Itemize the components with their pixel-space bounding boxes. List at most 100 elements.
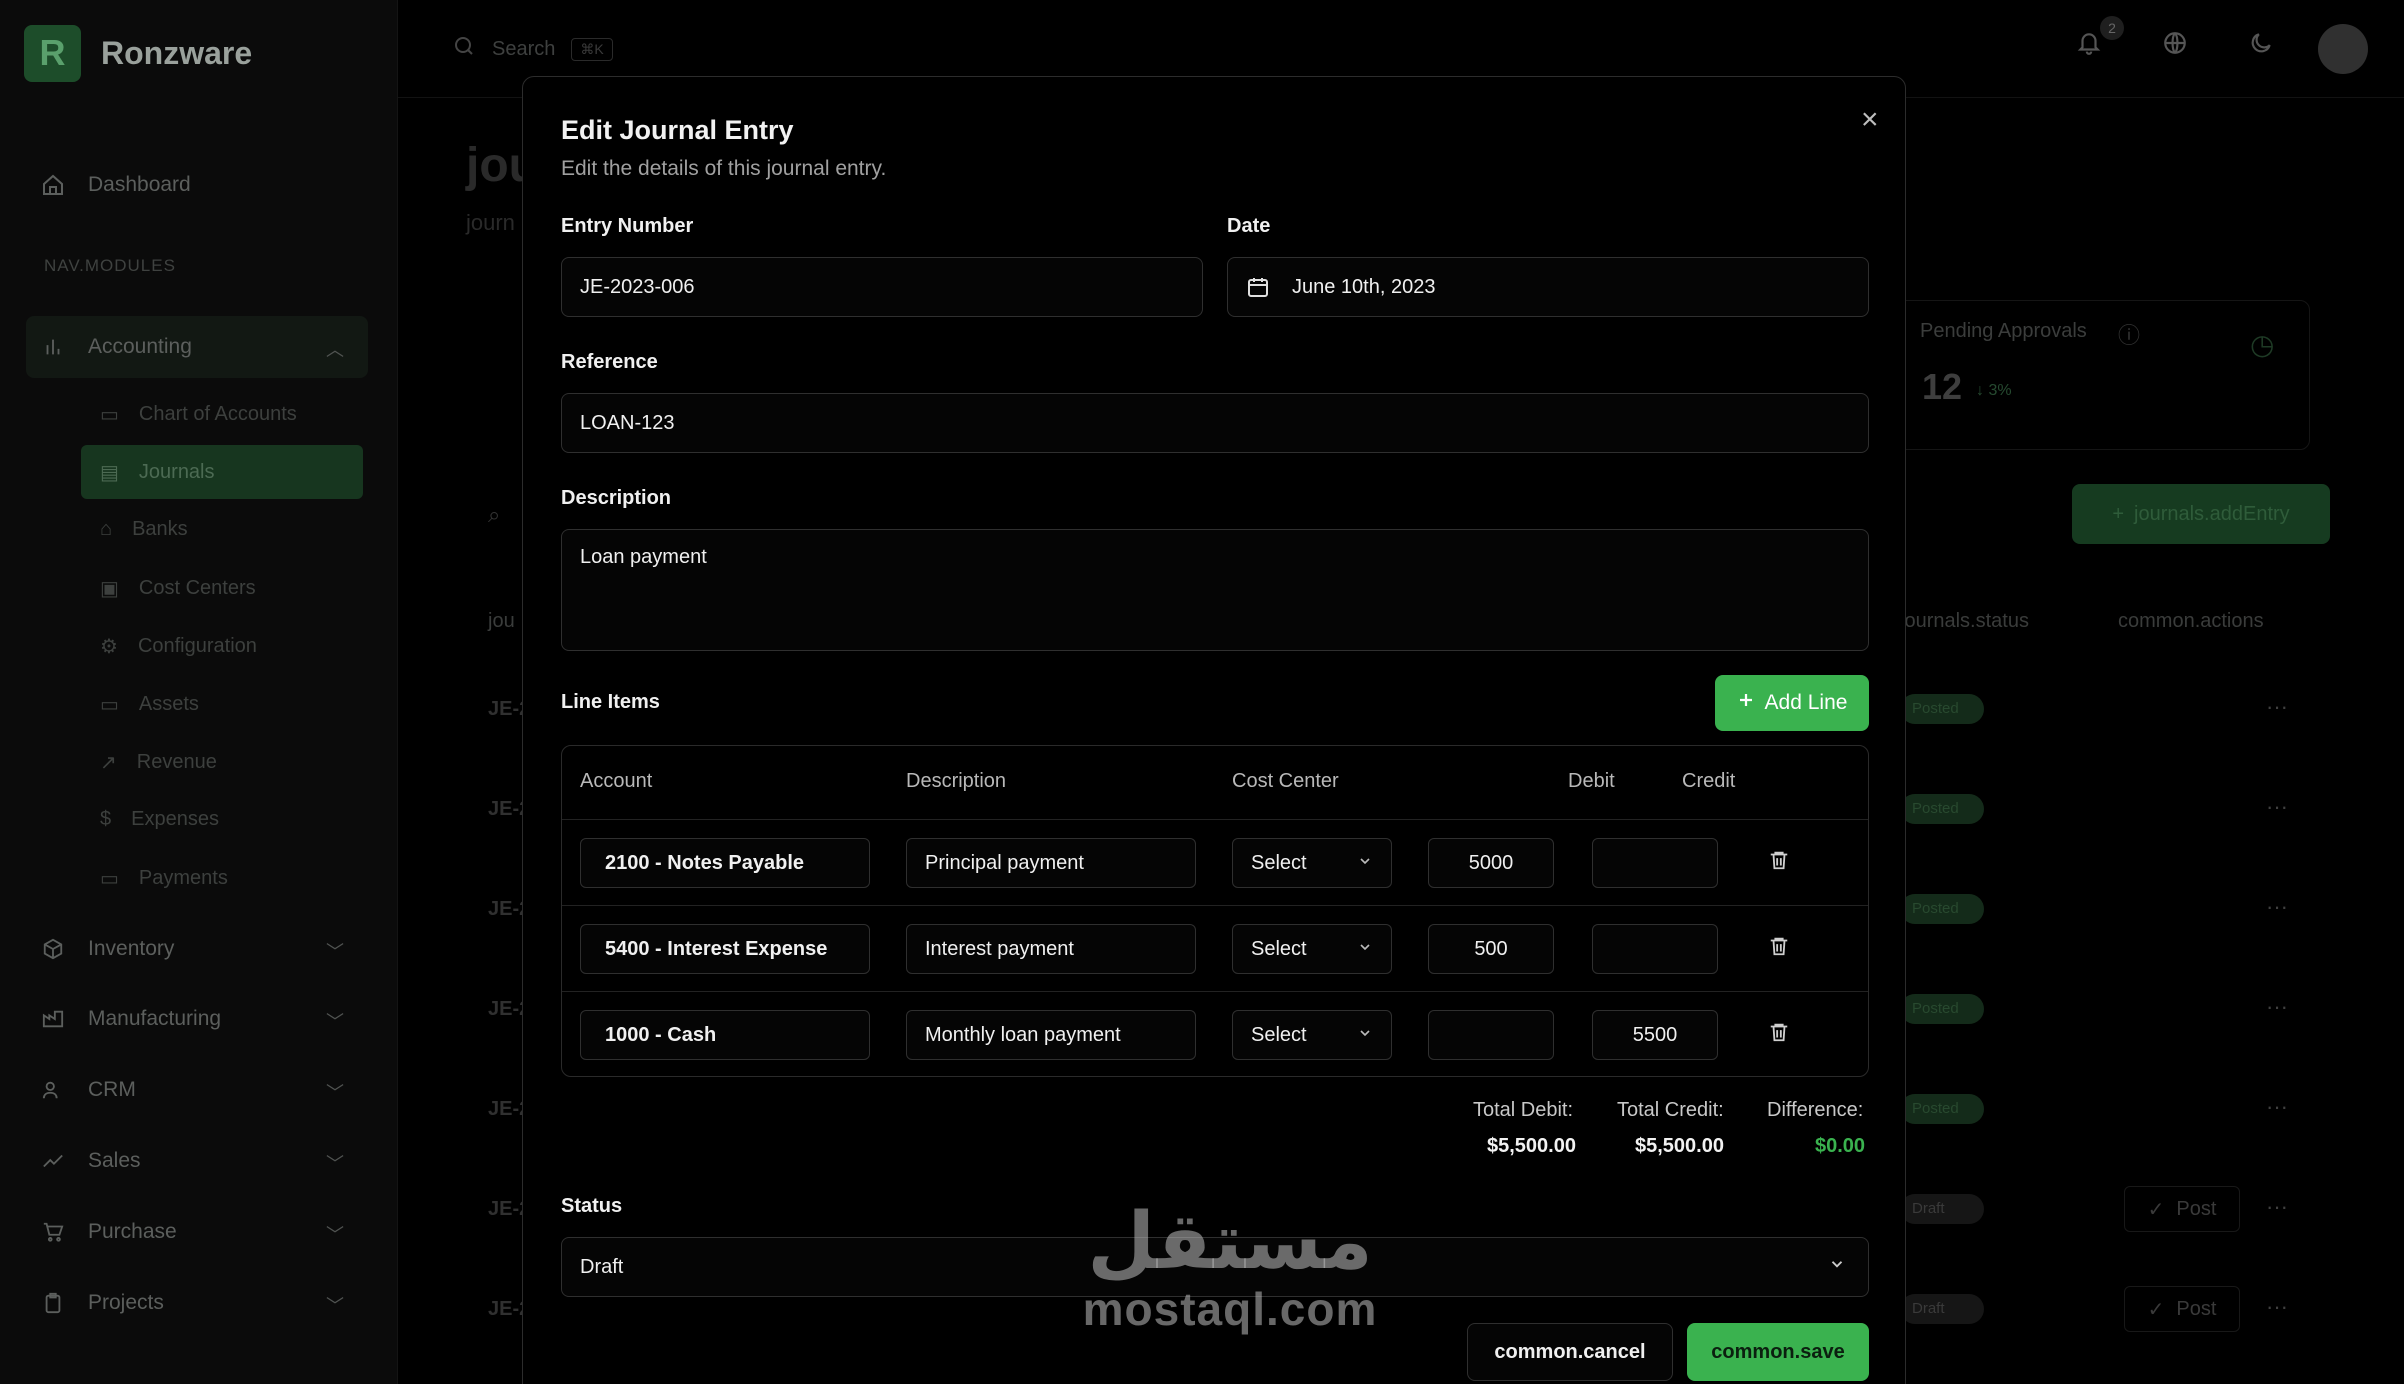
sidebar-item-revenue[interactable]: ↗ Revenue — [100, 750, 217, 775]
add-entry-button[interactable]: + journals.addEntry — [2072, 484, 2330, 544]
date-picker[interactable]: June 10th, 2023 — [1227, 257, 1869, 317]
sidebar-item-chart-of-accounts[interactable]: ▭ Chart of Accounts — [100, 402, 297, 427]
sidebar-item-label: Chart of Accounts — [138, 403, 297, 425]
trash-icon[interactable] — [1768, 1020, 1790, 1049]
sidebar-item-banks[interactable]: ⌂ Banks — [100, 518, 188, 541]
account-select[interactable]: 2100 - Notes Payable — [580, 838, 870, 888]
entry-number-value: JE-2023-006 — [580, 275, 695, 298]
cost-center-select[interactable]: Select — [1232, 1010, 1392, 1060]
search-placeholder: Search — [492, 37, 556, 60]
sidebar-item-expenses[interactable]: $ Expenses — [100, 808, 219, 831]
sidebar-group-inventory[interactable]: Inventory — [40, 936, 174, 962]
more-icon[interactable]: ··· — [2266, 694, 2288, 720]
entry-number-field[interactable]: JE-2023-006 — [561, 257, 1203, 317]
column-header-description: Description — [906, 770, 1007, 792]
sidebar-group-crm[interactable]: CRM — [40, 1077, 136, 1103]
chevron-down-icon[interactable]: ﹀ — [326, 1221, 344, 1247]
sidebar-group-accounting[interactable]: Accounting — [40, 334, 192, 360]
post-label: Post — [2176, 1197, 2217, 1220]
sidebar-item-label: Revenue — [136, 751, 217, 773]
close-icon[interactable]: × — [1861, 103, 1879, 137]
more-icon[interactable]: ··· — [2266, 1194, 2288, 1220]
more-icon[interactable]: ··· — [2266, 894, 2288, 920]
column-header-debit: Debit — [1568, 770, 1615, 792]
search-shortcut: ⌘K — [571, 37, 613, 61]
sidebar-group-sales[interactable]: Sales — [40, 1148, 141, 1174]
sidebar-item-label: Banks — [132, 518, 188, 540]
sidebar-item-payments[interactable]: ▭ Payments — [100, 866, 228, 891]
table-header: Account Description Cost Center Debit Cr… — [562, 746, 1868, 820]
sidebar-group-manufacturing[interactable]: Manufacturing — [40, 1006, 221, 1032]
debit-input[interactable]: 500 — [1428, 924, 1554, 974]
sidebar-item-label: Cost Centers — [138, 577, 256, 599]
sidebar-item-label: Accounting — [88, 335, 192, 358]
debit-input[interactable] — [1428, 1010, 1554, 1060]
chevron-up-icon[interactable]: ︿ — [326, 336, 344, 362]
plus-icon: + — [2112, 502, 2125, 525]
account-select[interactable]: 1000 - Cash — [580, 1010, 870, 1060]
chevron-down-icon[interactable]: ﹀ — [326, 1079, 344, 1105]
description-textarea[interactable]: Loan payment — [561, 529, 1869, 651]
post-label: Post — [2176, 1297, 2217, 1320]
credit-input[interactable] — [1592, 924, 1718, 974]
search-icon — [452, 34, 476, 64]
chevron-down-icon[interactable]: ﹀ — [326, 1292, 344, 1318]
post-button[interactable]: ✓ Post — [2124, 1186, 2240, 1232]
status-badge: Posted — [1900, 694, 1984, 724]
status-badge: Draft — [1900, 1194, 1984, 1224]
debit-input[interactable]: 5000 — [1428, 838, 1554, 888]
reference-field[interactable]: LOAN-123 — [561, 393, 1869, 453]
more-icon[interactable]: ··· — [2266, 794, 2288, 820]
search-icon[interactable]: ⌕ — [488, 502, 500, 528]
sidebar-item-journals[interactable]: ▤ Journals — [100, 460, 215, 485]
avatar[interactable] — [2318, 24, 2368, 74]
stat-title: Pending Approvals — [1920, 320, 2087, 342]
status-label: Status — [561, 1195, 623, 1217]
bell-icon[interactable] — [2076, 30, 2102, 63]
reference-value: LOAN-123 — [580, 411, 675, 434]
post-button[interactable]: ✓ Post — [2124, 1286, 2240, 1332]
line-description-input[interactable]: Monthly loan payment — [906, 1010, 1196, 1060]
chevron-down-icon[interactable]: ﹀ — [326, 1008, 344, 1034]
brand[interactable]: R Ronzware — [24, 24, 252, 82]
add-line-button[interactable]: Add Line — [1715, 675, 1869, 731]
credit-input[interactable] — [1592, 838, 1718, 888]
chevron-down-icon[interactable]: ﹀ — [326, 1150, 344, 1176]
notification-badge: 2 — [2100, 16, 2124, 40]
account-select[interactable]: 5400 - Interest Expense — [580, 924, 870, 974]
line-description-input[interactable]: Interest payment — [906, 924, 1196, 974]
trash-icon[interactable] — [1768, 934, 1790, 963]
users-icon — [40, 1077, 66, 1103]
more-icon[interactable]: ··· — [2266, 1094, 2288, 1120]
cost-center-select[interactable]: Select — [1232, 838, 1392, 888]
date-label: Date — [1227, 215, 1271, 237]
chevron-down-icon — [1357, 852, 1373, 875]
sidebar-item-cost-centers[interactable]: ▣ Cost Centers — [100, 576, 256, 601]
page-subtitle: journ — [466, 210, 515, 235]
column-header-cost-center: Cost Center — [1232, 770, 1339, 792]
sidebar-group-projects[interactable]: Projects — [40, 1290, 164, 1316]
status-select[interactable]: Draft — [561, 1237, 1869, 1297]
chevron-down-icon[interactable]: ﹀ — [326, 938, 344, 964]
save-button[interactable]: common.save — [1687, 1323, 1869, 1381]
nav-section-label: NAV.MODULES — [44, 256, 176, 275]
sidebar-item-dashboard[interactable]: Dashboard — [40, 172, 191, 198]
credit-input[interactable]: 5500 — [1592, 1010, 1718, 1060]
globe-icon[interactable] — [2162, 30, 2188, 63]
line-description-input[interactable]: Principal payment — [906, 838, 1196, 888]
sidebar-group-purchase[interactable]: Purchase — [40, 1219, 177, 1245]
bar-chart-icon — [40, 334, 66, 360]
sidebar-item-configuration[interactable]: ⚙ Configuration — [100, 634, 257, 659]
trash-icon[interactable] — [1768, 848, 1790, 877]
more-icon[interactable]: ··· — [2266, 1294, 2288, 1320]
search-input[interactable]: Search ⌘K — [452, 34, 613, 64]
moon-icon[interactable] — [2248, 30, 2274, 63]
cost-center-select[interactable]: Select — [1232, 924, 1392, 974]
sidebar-item-label: Dashboard — [88, 173, 191, 196]
more-icon[interactable]: ··· — [2266, 994, 2288, 1020]
cancel-button[interactable]: common.cancel — [1467, 1323, 1673, 1381]
info-icon: ⓘ — [2118, 323, 2141, 348]
sidebar-item-assets[interactable]: ▭ Assets — [100, 692, 199, 717]
sidebar-item-label: Purchase — [88, 1220, 177, 1243]
briefcase-icon: ▣ — [100, 578, 119, 600]
